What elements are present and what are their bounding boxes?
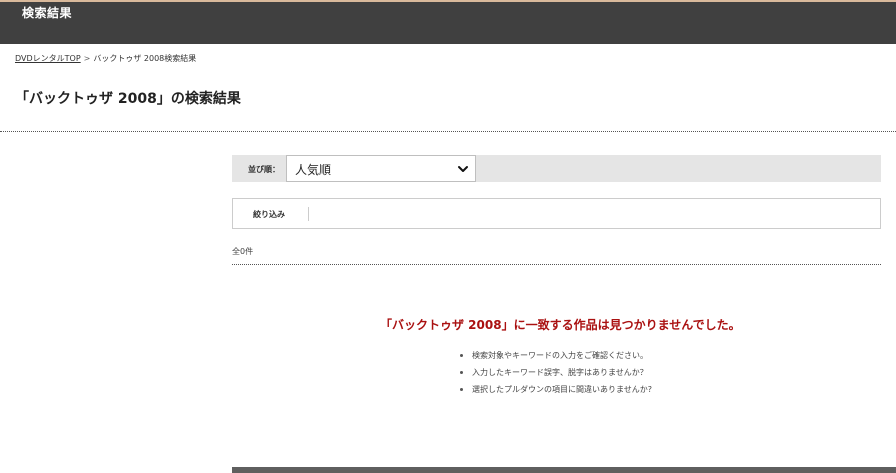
breadcrumb-separator: >	[83, 54, 91, 63]
bullet-icon	[460, 354, 463, 357]
search-results-page: 検索結果 DVDレンタルTOP > バックトゥザ 2008検索結果 「バックトゥザ …	[0, 0, 896, 473]
sort-label: 並び順：	[248, 165, 280, 174]
filter-toggle[interactable]: 絞り込み	[253, 209, 285, 220]
hint-item: 検索対象やキーワードの入力をご確認ください。	[458, 347, 652, 364]
breadcrumb-home-link[interactable]: DVDレンタルTOP	[15, 54, 81, 63]
bullet-icon	[460, 371, 463, 374]
breadcrumb-current: バックトゥザ 2008検索結果	[93, 54, 197, 63]
filter-divider	[308, 207, 309, 221]
no-result-message: 「バックトゥザ 2008」に一致する作品は見つかりませんでした。	[380, 318, 741, 332]
hint-item: 入力したキーワード誤字、脱字はありませんか？	[458, 364, 652, 381]
count-divider	[232, 264, 881, 265]
sort-selected-value: 人気順	[295, 163, 332, 177]
hint-text: 検索対象やキーワードの入力をご確認ください。	[472, 351, 648, 360]
sort-order-select[interactable]: 人気順	[286, 155, 476, 182]
sort-bar: 並び順： 人気順	[232, 155, 881, 182]
breadcrumb: DVDレンタルTOP > バックトゥザ 2008検索結果	[15, 53, 196, 64]
hint-text: 選択したプルダウンの項目に間違いありませんか?	[472, 385, 653, 394]
header-bar: 検索結果	[0, 0, 896, 44]
page-title: 「バックトゥザ 2008」の検索結果	[15, 91, 241, 107]
hint-list: 検索対象やキーワードの入力をご確認ください。 入力したキーワード誤字、脱字はあり…	[458, 347, 652, 398]
title-divider	[0, 131, 896, 132]
bullet-icon	[460, 388, 463, 391]
bottom-bar	[232, 467, 896, 473]
header-title: 検索結果	[22, 6, 73, 20]
chevron-down-icon	[458, 166, 468, 172]
filter-box: 絞り込み	[232, 198, 881, 229]
hint-item: 選択したプルダウンの項目に間違いありませんか?	[458, 381, 652, 398]
hint-text: 入力したキーワード誤字、脱字はありませんか？	[472, 368, 648, 377]
result-count: 全0件	[232, 247, 254, 256]
